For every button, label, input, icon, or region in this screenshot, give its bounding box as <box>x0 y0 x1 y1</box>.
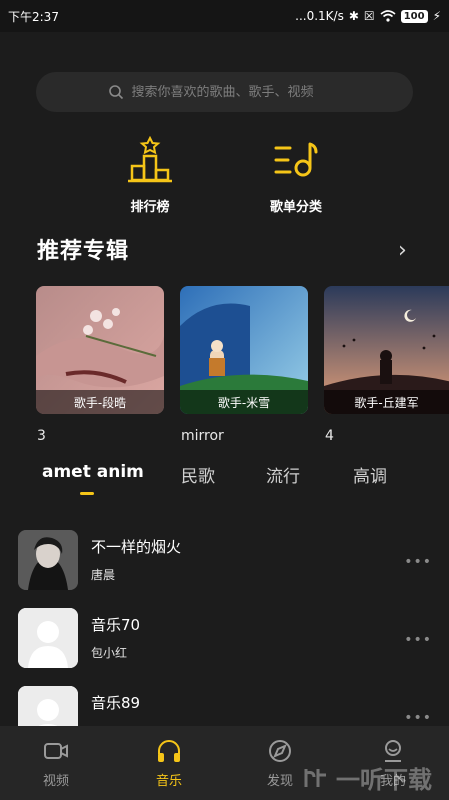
nav-item-discover[interactable]: 发现 <box>240 738 320 789</box>
video-icon <box>44 743 68 759</box>
nav-label-profile: 我的 <box>379 774 406 789</box>
active-tab-indicator <box>80 492 94 495</box>
headphones-icon <box>158 740 180 762</box>
status-time: 下午2:37 <box>8 9 59 24</box>
song-title: 不一样的烟火 <box>91 538 182 556</box>
ranking-entry[interactable]: 排行榜 <box>100 136 200 215</box>
nav-item-profile[interactable]: 我的 <box>353 738 433 789</box>
album-title: mirror <box>181 428 224 444</box>
network-speed: ...0.1K/s <box>295 9 344 23</box>
tab-high-pitch[interactable]: 高调 <box>353 462 387 487</box>
album-card[interactable]: 歌手-段晧 <box>36 286 164 414</box>
song-cover-image <box>18 530 78 590</box>
song-cover <box>18 608 78 668</box>
song-title: 音乐89 <box>91 694 141 712</box>
tab-amet-anim[interactable]: amet anim <box>42 462 144 482</box>
playlist-category-label: 歌单分类 <box>269 200 322 215</box>
ranking-label: 排行榜 <box>130 200 170 215</box>
album-caption: 歌手-米雪 <box>180 390 308 414</box>
status-bar: 下午2:37 ...0.1K/s ✱ ☒ 100 ⚡ <box>0 0 449 32</box>
song-list-item[interactable]: 不一样的烟火 唐晨 ••• <box>18 530 432 594</box>
sim-icon: ☒ <box>363 9 375 23</box>
wifi-icon <box>380 10 396 22</box>
album-caption: 歌手-丘建军 <box>324 390 449 414</box>
battery-indicator: 100 <box>400 9 428 23</box>
song-artist: 包小红 <box>91 646 128 660</box>
tab-pop[interactable]: 流行 <box>266 462 300 487</box>
song-list-item[interactable]: 音乐70 包小红 ••• <box>18 608 432 672</box>
charging-icon: ⚡ <box>432 9 441 23</box>
section-title: 推荐专辑 <box>37 239 130 264</box>
profile-icon <box>385 740 401 762</box>
album-title: 3 <box>37 428 46 444</box>
nav-label-video: 视频 <box>42 774 69 789</box>
nav-label-music: 音乐 <box>155 774 182 789</box>
section-more-chevron-icon[interactable]: › <box>398 238 407 263</box>
album-card[interactable]: 歌手-丘建军 <box>324 286 449 414</box>
album-title: 4 <box>325 428 334 444</box>
category-tabs: amet anim 民歌 流行 高调 <box>0 462 449 502</box>
compass-icon <box>269 740 291 762</box>
more-options-icon[interactable]: ••• <box>404 632 432 648</box>
album-caption: 歌手-段晧 <box>36 390 164 414</box>
nav-item-video[interactable]: 视频 <box>16 738 96 789</box>
song-cover <box>18 530 78 590</box>
playlist-category-icon <box>274 142 318 177</box>
search-input[interactable] <box>131 84 342 100</box>
search-bar[interactable] <box>36 72 413 112</box>
song-title: 音乐70 <box>91 616 141 634</box>
nav-label-discover: 发现 <box>266 774 293 789</box>
song-artist: 唐晨 <box>91 568 116 582</box>
more-options-icon[interactable]: ••• <box>404 554 432 570</box>
default-avatar-icon <box>18 608 78 668</box>
search-icon <box>108 85 123 100</box>
tab-folk[interactable]: 民歌 <box>181 462 215 487</box>
more-options-icon[interactable]: ••• <box>404 710 432 726</box>
ranking-podium-icon <box>128 136 172 183</box>
status-indicators: ...0.1K/s ✱ ☒ 100 ⚡ <box>295 9 441 23</box>
bottom-nav: 视频 音乐 发现 我的 <box>0 726 449 800</box>
nav-item-music[interactable]: 音乐 <box>129 738 209 789</box>
playlist-category-entry[interactable]: 歌单分类 <box>246 136 346 215</box>
album-card[interactable]: 歌手-米雪 <box>180 286 308 414</box>
bluetooth-icon: ✱ <box>348 9 359 23</box>
